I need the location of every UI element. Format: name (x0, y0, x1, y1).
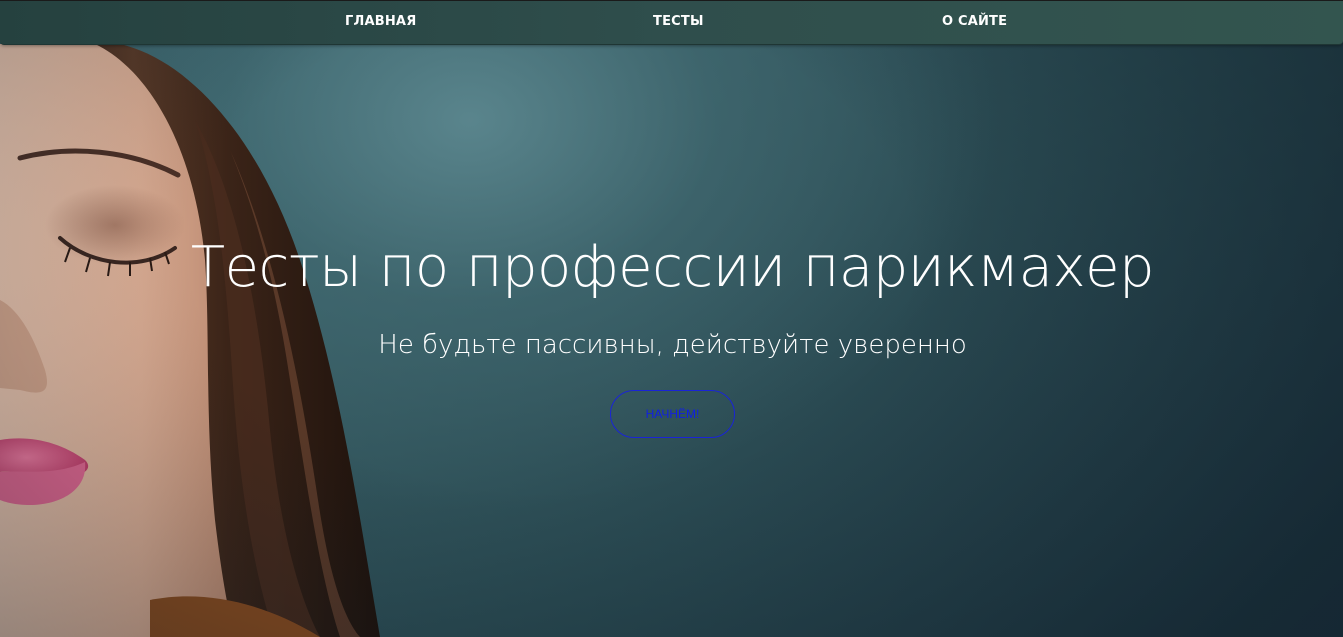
page-title: Тесты по профессии парикмахер (190, 235, 1155, 300)
top-border (0, 0, 1343, 1)
page-subtitle: Не будьте пассивны, действуйте уверенно (378, 330, 967, 360)
hero-section: Тесты по профессии парикмахер Не будьте … (0, 0, 1343, 637)
nav-item-about[interactable]: О САЙТЕ (942, 14, 1007, 29)
start-button[interactable]: НАЧНЁМ! (610, 390, 735, 438)
nav-item-tests[interactable]: ТЕСТЫ (653, 14, 704, 29)
top-navigation: ГЛАВНАЯ ТЕСТЫ О САЙТЕ (0, 1, 1343, 45)
nav-item-home[interactable]: ГЛАВНАЯ (345, 14, 416, 29)
woman-portrait-photo (0, 44, 380, 637)
